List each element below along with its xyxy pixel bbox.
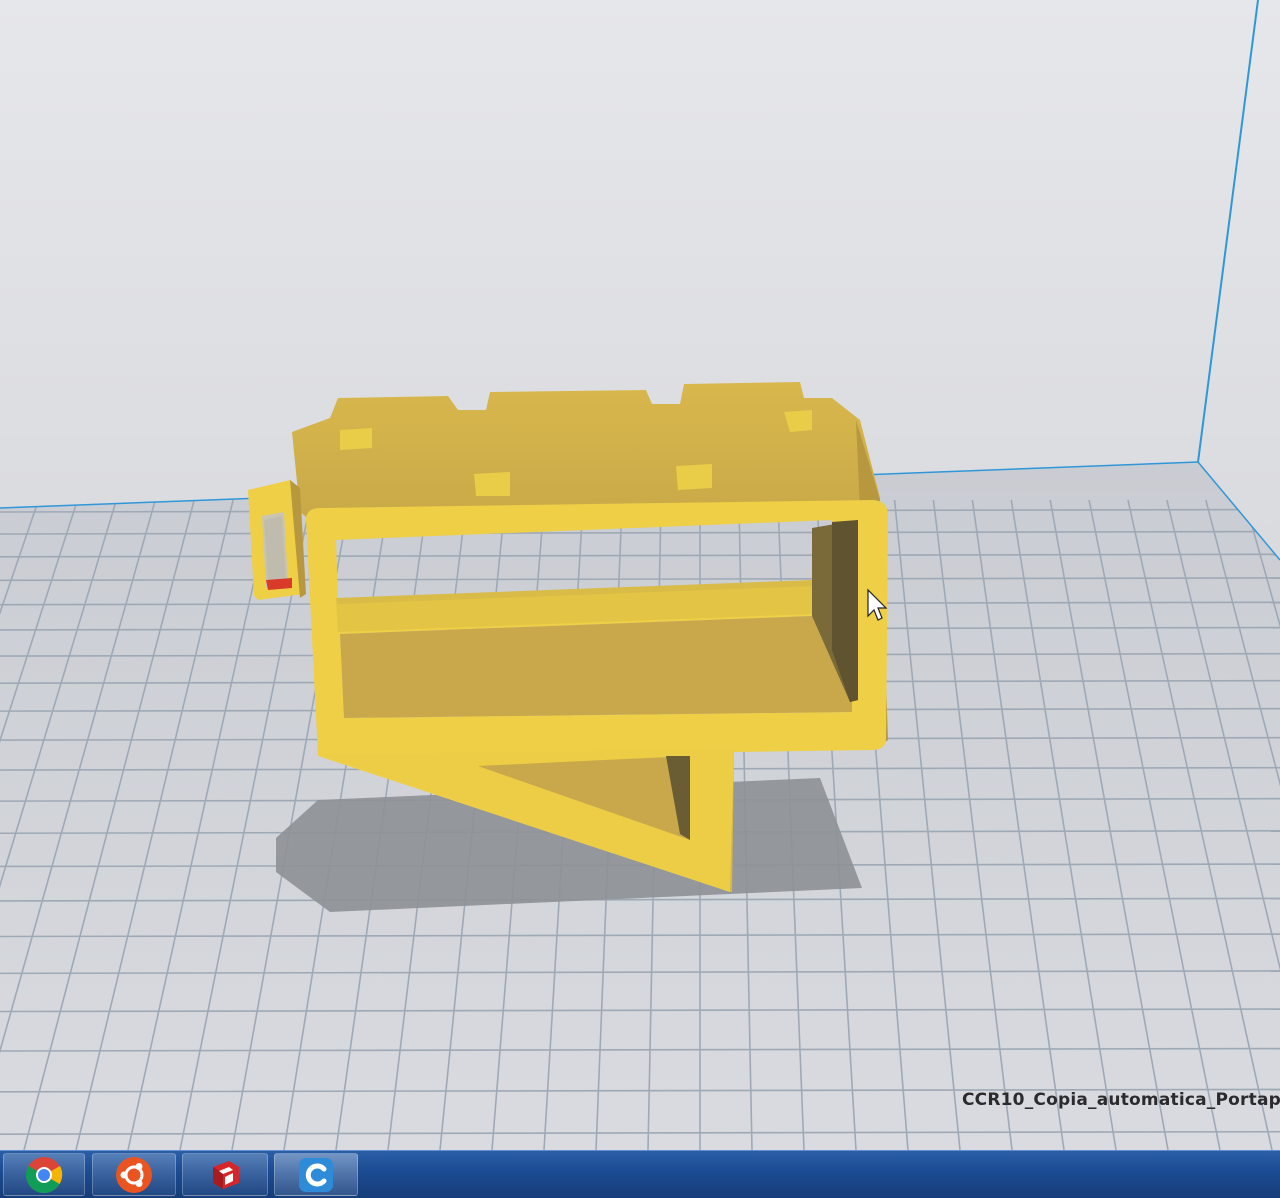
model-name-label: CCR10_Copia_automatica_Portap	[962, 1090, 1280, 1110]
sketchup-icon	[213, 1160, 239, 1189]
model-lower-cavity	[340, 616, 852, 718]
model-top-face	[292, 382, 880, 520]
build-plate-scene[interactable]	[0, 0, 1280, 1150]
chrome-icon	[25, 1156, 63, 1193]
cura-icon	[299, 1157, 333, 1192]
top-notch-4	[676, 464, 712, 490]
model-left-clip	[248, 480, 306, 600]
ubuntu-icon	[116, 1156, 152, 1193]
taskbar	[0, 1150, 1280, 1198]
taskbar-chrome-button[interactable]	[3, 1153, 85, 1196]
top-notch-1	[340, 428, 372, 450]
3d-viewport[interactable]: CCR10_Copia_automatica_Portap	[0, 0, 1280, 1150]
taskbar-sketchup-button[interactable]	[182, 1153, 268, 1196]
top-notch-3	[474, 472, 510, 496]
build-volume-vertical-edge	[1197, 0, 1259, 463]
taskbar-cura-button[interactable]	[274, 1153, 358, 1196]
taskbar-ubuntu-button[interactable]	[92, 1153, 176, 1196]
